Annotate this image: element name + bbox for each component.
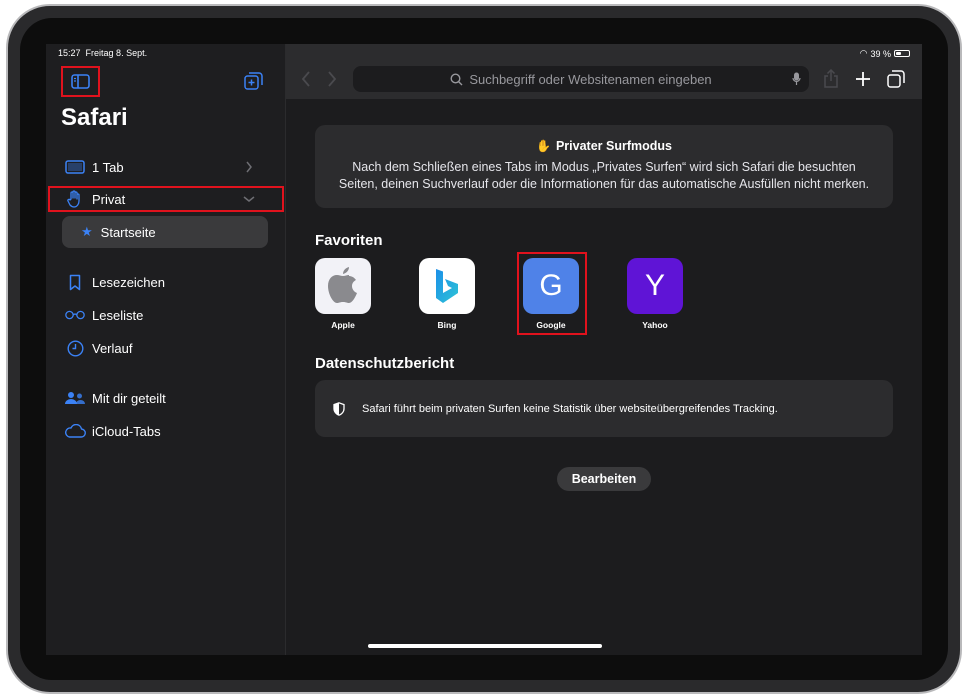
- highlight-sidebar-toggle: [61, 66, 100, 97]
- private-mode-title: ✋ Privater Surfmodus: [536, 139, 672, 153]
- battery-icon: [894, 50, 910, 57]
- glasses-icon: [65, 310, 85, 320]
- favorite-label: Bing: [437, 320, 457, 330]
- sidebar: 15:27 Freitag 8. Sept. Safari 1 Tab Priv…: [46, 44, 286, 655]
- sidebar-title: Safari: [61, 104, 128, 131]
- new-tab-group-button[interactable]: [242, 71, 264, 91]
- chevron-right-icon: [246, 161, 252, 173]
- apple-logo-icon: [315, 258, 371, 314]
- sidebar-item-tab-group[interactable]: 1 Tab: [64, 155, 124, 179]
- sidebar-item-label: Verlauf: [92, 340, 133, 356]
- status-indicators: ◠ 39 %: [860, 48, 910, 59]
- wifi-icon: ◠: [859, 48, 868, 58]
- star-icon: ★: [81, 224, 93, 239]
- search-placeholder: Suchbegriff oder Websitenamen eingeben: [469, 71, 712, 87]
- sidebar-item-lesezeichen[interactable]: Lesezeichen: [64, 270, 165, 294]
- sidebar-item-label: Mit dir geteilt: [92, 390, 166, 406]
- ipad-screen: 15:27 Freitag 8. Sept. Safari 1 Tab Priv…: [46, 44, 922, 655]
- sidebar-item-startseite[interactable]: ★ Startseite: [62, 216, 268, 248]
- sidebar-item-mit-dir-geteilt[interactable]: Mit dir geteilt: [64, 386, 166, 410]
- toolbar: ◠ 39 % Suchbegriff oder Websitenamen ein…: [286, 44, 922, 99]
- home-indicator: [368, 644, 602, 648]
- shield-icon: [333, 401, 345, 416]
- favorite-yahoo[interactable]: Y Yahoo: [627, 258, 683, 330]
- hand-icon: ✋: [536, 139, 551, 153]
- highlight-privat: [48, 186, 284, 212]
- favorite-apple[interactable]: Apple: [315, 258, 371, 330]
- privacy-report-text: Safari führt beim privaten Surfen keine …: [362, 402, 778, 415]
- private-mode-body: Nach dem Schließen eines Tabs im Modus „…: [338, 160, 870, 191]
- favorite-bing[interactable]: Bing: [419, 258, 475, 330]
- shared-people-icon: [65, 392, 85, 404]
- search-input[interactable]: Suchbegriff oder Websitenamen eingeben: [353, 66, 809, 92]
- search-icon: [450, 72, 463, 85]
- yahoo-letter-icon: Y: [627, 258, 683, 314]
- microphone-icon[interactable]: [792, 72, 801, 86]
- sidebar-item-verlauf[interactable]: Verlauf: [64, 336, 132, 360]
- edit-button[interactable]: Bearbeiten: [557, 467, 651, 491]
- highlight-google: [517, 252, 587, 335]
- sidebar-item-label: 1 Tab: [92, 159, 124, 175]
- privacy-report-card[interactable]: Safari führt beim privaten Surfen keine …: [315, 380, 893, 437]
- sidebar-item-leseliste[interactable]: Leseliste: [64, 303, 143, 327]
- share-button[interactable]: [823, 69, 839, 89]
- favorite-label: Apple: [331, 320, 355, 330]
- tab-overview-button[interactable]: [887, 70, 905, 88]
- clock-icon: [66, 339, 84, 357]
- favorite-label: Yahoo: [642, 320, 668, 330]
- tablet-icon: [65, 160, 85, 174]
- battery-percent: 39 %: [870, 48, 891, 59]
- main-content: ◠ 39 % Suchbegriff oder Websitenamen ein…: [286, 44, 922, 655]
- sidebar-item-label: Lesezeichen: [92, 274, 165, 290]
- sidebar-item-label: Startseite: [100, 224, 156, 240]
- back-button[interactable]: [301, 71, 311, 87]
- bing-logo-icon: [419, 258, 475, 314]
- privacy-report-heading: Datenschutzbericht: [315, 355, 455, 372]
- sidebar-item-icloud-tabs[interactable]: iCloud-Tabs: [64, 419, 161, 443]
- favorites-heading: Favoriten: [315, 232, 383, 249]
- sidebar-item-label: iCloud-Tabs: [92, 423, 161, 439]
- private-mode-notice: ✋ Privater Surfmodus Nach dem Schließen …: [315, 125, 893, 208]
- bookmark-icon: [69, 274, 81, 290]
- status-clock: 15:27 Freitag 8. Sept.: [58, 48, 148, 58]
- new-tab-button[interactable]: [855, 71, 871, 87]
- new-tab-group-icon: [243, 72, 263, 90]
- cloud-icon: [64, 424, 86, 438]
- sidebar-item-label: Leseliste: [92, 307, 144, 323]
- forward-button[interactable]: [327, 71, 337, 87]
